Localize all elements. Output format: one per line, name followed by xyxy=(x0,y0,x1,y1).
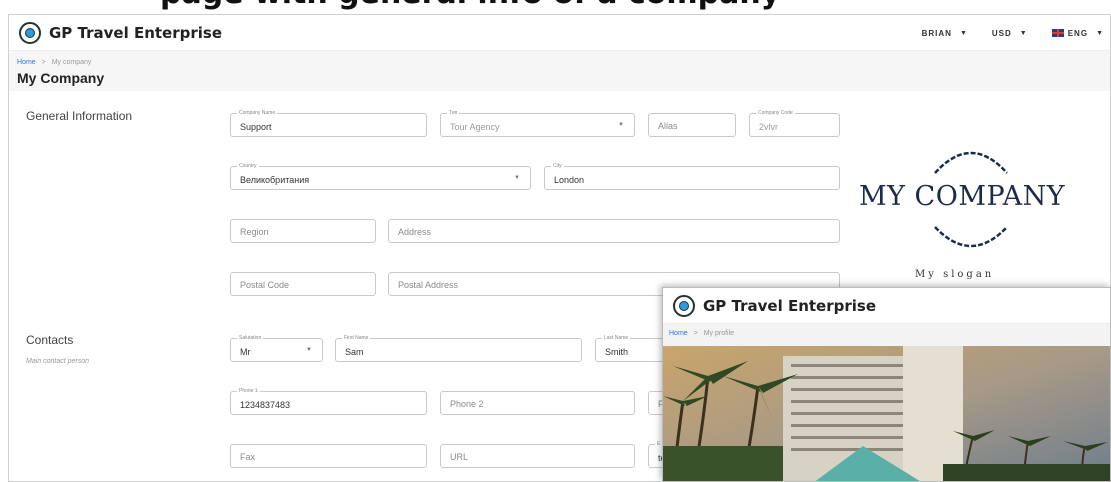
country-select[interactable]: Country Великобритания ▼ xyxy=(230,162,531,190)
phone1-field[interactable]: Phone 1 1234837483 xyxy=(230,387,427,415)
profile-preview-window[interactable]: GP Travel Enterprise Home > My profile xyxy=(662,287,1111,482)
chevron-down-icon: ▼ xyxy=(959,29,968,37)
app-header: GP Travel Enterprise BRIAN ▼ USD ▼ ENG ▼ xyxy=(9,15,1110,51)
type-label: Тип xyxy=(447,109,460,117)
phone2-placeholder: Phone 2 xyxy=(450,399,484,409)
profile-brand-name[interactable]: GP Travel Enterprise xyxy=(703,297,876,315)
currency-label: USD xyxy=(991,28,1012,38)
city-field[interactable]: City London xyxy=(544,162,840,190)
last-name-value: Smith xyxy=(605,347,629,357)
logo-slogan-text: My slogan xyxy=(915,269,995,280)
hotel-photo xyxy=(663,346,1110,481)
region-placeholder: Region xyxy=(240,227,269,237)
type-value: Tour Agency xyxy=(450,122,500,132)
salutation-select[interactable]: Salutation Mr ▼ xyxy=(230,334,323,362)
postal-code-field[interactable]: Postal Code xyxy=(230,272,376,296)
postal-address-placeholder: Postal Address xyxy=(398,280,459,290)
brand-name[interactable]: GP Travel Enterprise xyxy=(49,24,222,42)
fax-field[interactable]: Fax xyxy=(230,444,427,468)
currency-selector[interactable]: USD ▼ xyxy=(992,29,1028,38)
address-placeholder: Address xyxy=(398,227,432,237)
address-field[interactable]: Address xyxy=(388,219,840,243)
contacts-heading: Contacts xyxy=(26,333,74,347)
city-label: City xyxy=(551,162,564,170)
company-name-label: Company Name xyxy=(237,109,278,117)
first-name-label: First Name xyxy=(342,334,371,342)
profile-breadcrumb-home-link[interactable]: Home xyxy=(669,330,688,337)
chevron-down-icon: ▼ xyxy=(306,347,312,353)
company-logo[interactable]: MY COMPANY My slogan xyxy=(841,133,1101,283)
brand-logo-icon[interactable] xyxy=(19,21,41,44)
company-code-field[interactable]: Company Code 2vlvr xyxy=(749,109,840,137)
phone1-label: Phone 1 xyxy=(237,387,260,395)
language-label: ENG xyxy=(1067,28,1089,38)
company-code-value: 2vlvr xyxy=(759,122,779,132)
profile-breadcrumb-separator: > xyxy=(693,330,698,337)
user-name: BRIAN xyxy=(921,28,952,38)
title-bar: Home > My company My Company xyxy=(9,51,1110,91)
type-select[interactable]: Тип Tour Agency ▼ xyxy=(440,109,635,137)
first-name-value: Sam xyxy=(345,347,364,357)
chain-top-icon xyxy=(934,151,1008,174)
url-field[interactable]: URL xyxy=(440,444,635,468)
profile-breadcrumb-current: My profile xyxy=(703,330,735,337)
contacts-subtitle: Main contact person xyxy=(26,358,90,365)
banner-text: page with general info of a company xyxy=(160,0,780,11)
chevron-down-icon: ▼ xyxy=(1019,29,1028,37)
chevron-down-icon: ▼ xyxy=(514,175,520,181)
brand-logo-icon[interactable] xyxy=(673,294,695,317)
salutation-label: Salutation xyxy=(237,334,264,342)
url-placeholder: URL xyxy=(450,452,469,462)
page-banner: page with general info of a company xyxy=(0,0,1111,14)
company-code-label: Company Code xyxy=(756,109,795,117)
country-label: Country xyxy=(237,162,259,170)
phone2-field[interactable]: Phone 2 xyxy=(440,391,635,415)
user-menu[interactable]: BRIAN ▼ xyxy=(922,29,968,38)
city-value: London xyxy=(554,175,585,185)
postal-code-placeholder: Postal Code xyxy=(240,280,290,290)
region-field[interactable]: Region xyxy=(230,219,376,243)
chevron-down-icon: ▼ xyxy=(618,122,624,128)
last-name-label: Last Name xyxy=(602,334,631,342)
alias-placeholder: Alias xyxy=(658,121,678,131)
breadcrumb-current: My company xyxy=(51,59,92,66)
profile-breadcrumb: Home > My profile xyxy=(663,324,1110,346)
country-value: Великобритания xyxy=(240,175,310,185)
chevron-down-icon: ▼ xyxy=(1096,29,1104,37)
header-menu: BRIAN ▼ USD ▼ ENG ▼ xyxy=(922,15,1110,51)
chain-bottom-icon xyxy=(934,226,1008,248)
company-name-value: Support xyxy=(240,122,272,132)
phone1-value: 1234837483 xyxy=(240,400,291,410)
company-name-field[interactable]: Company Name Support xyxy=(230,109,427,137)
profile-header: GP Travel Enterprise xyxy=(663,288,1110,324)
breadcrumb-separator: > xyxy=(41,59,46,66)
language-selector[interactable]: ENG ▼ xyxy=(1051,28,1104,38)
breadcrumb-home-link[interactable]: Home xyxy=(17,59,36,66)
fax-placeholder: Fax xyxy=(240,452,256,462)
breadcrumb: Home > My company xyxy=(17,51,1110,66)
alias-field[interactable]: Alias xyxy=(648,113,736,137)
logo-company-text: MY COMPANY xyxy=(859,181,1066,212)
uk-flag-icon xyxy=(1051,29,1064,37)
salutation-value: Mr xyxy=(240,347,251,357)
page-title: My Company xyxy=(17,70,105,86)
general-info-heading: General Information xyxy=(26,109,133,123)
first-name-field[interactable]: First Name Sam xyxy=(335,334,582,362)
